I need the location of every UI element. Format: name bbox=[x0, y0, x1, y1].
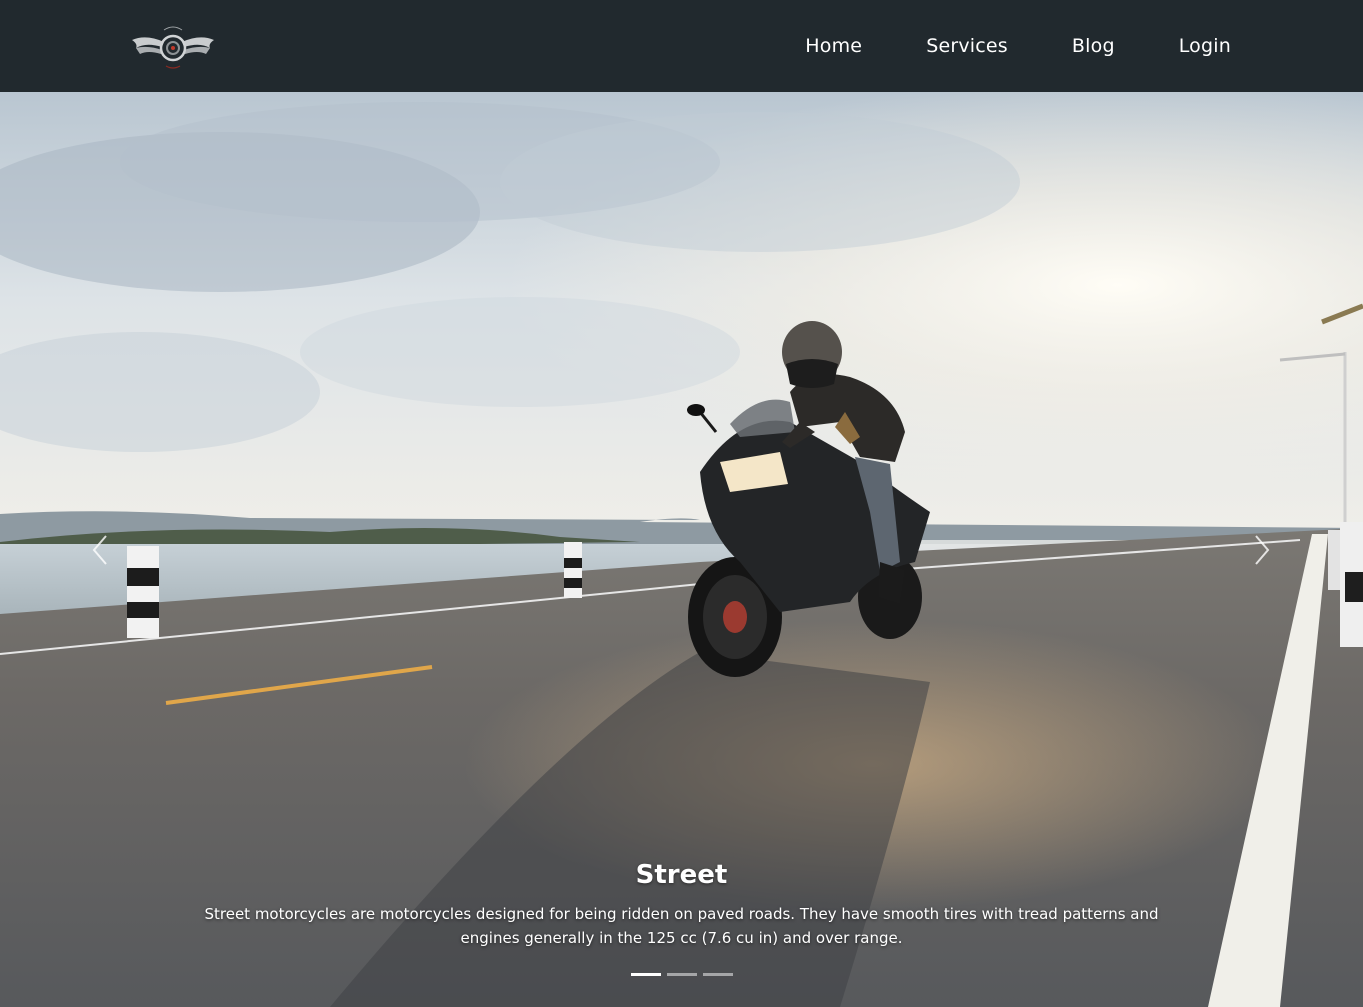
main-nav: Home Services Blog Login bbox=[741, 0, 1231, 92]
winged-wheel-logo[interactable] bbox=[128, 20, 218, 72]
chevron-right-icon[interactable] bbox=[1246, 532, 1276, 568]
slide-caption: Street Street motorcycles are motorcycle… bbox=[0, 860, 1363, 950]
carousel-indicator-3[interactable] bbox=[702, 973, 733, 976]
carousel-indicator-1[interactable] bbox=[630, 973, 661, 976]
hero-carousel: Street Street motorcycles are motorcycle… bbox=[0, 92, 1363, 1007]
chevron-left-icon[interactable] bbox=[86, 532, 116, 568]
bollard bbox=[127, 546, 159, 638]
slide-title: Street bbox=[635, 860, 728, 890]
nav-home-link[interactable]: Home bbox=[805, 35, 862, 57]
navbar: Home Services Blog Login bbox=[0, 0, 1363, 92]
slide-description: Street motorcycles are motorcycles desig… bbox=[204, 905, 1159, 947]
nav-services-link[interactable]: Services bbox=[926, 35, 1008, 57]
nav-login-link[interactable]: Login bbox=[1179, 35, 1231, 57]
carousel-indicator-2[interactable] bbox=[666, 973, 697, 976]
carousel-indicators bbox=[0, 973, 1363, 976]
nav-blog-link[interactable]: Blog bbox=[1072, 35, 1115, 57]
